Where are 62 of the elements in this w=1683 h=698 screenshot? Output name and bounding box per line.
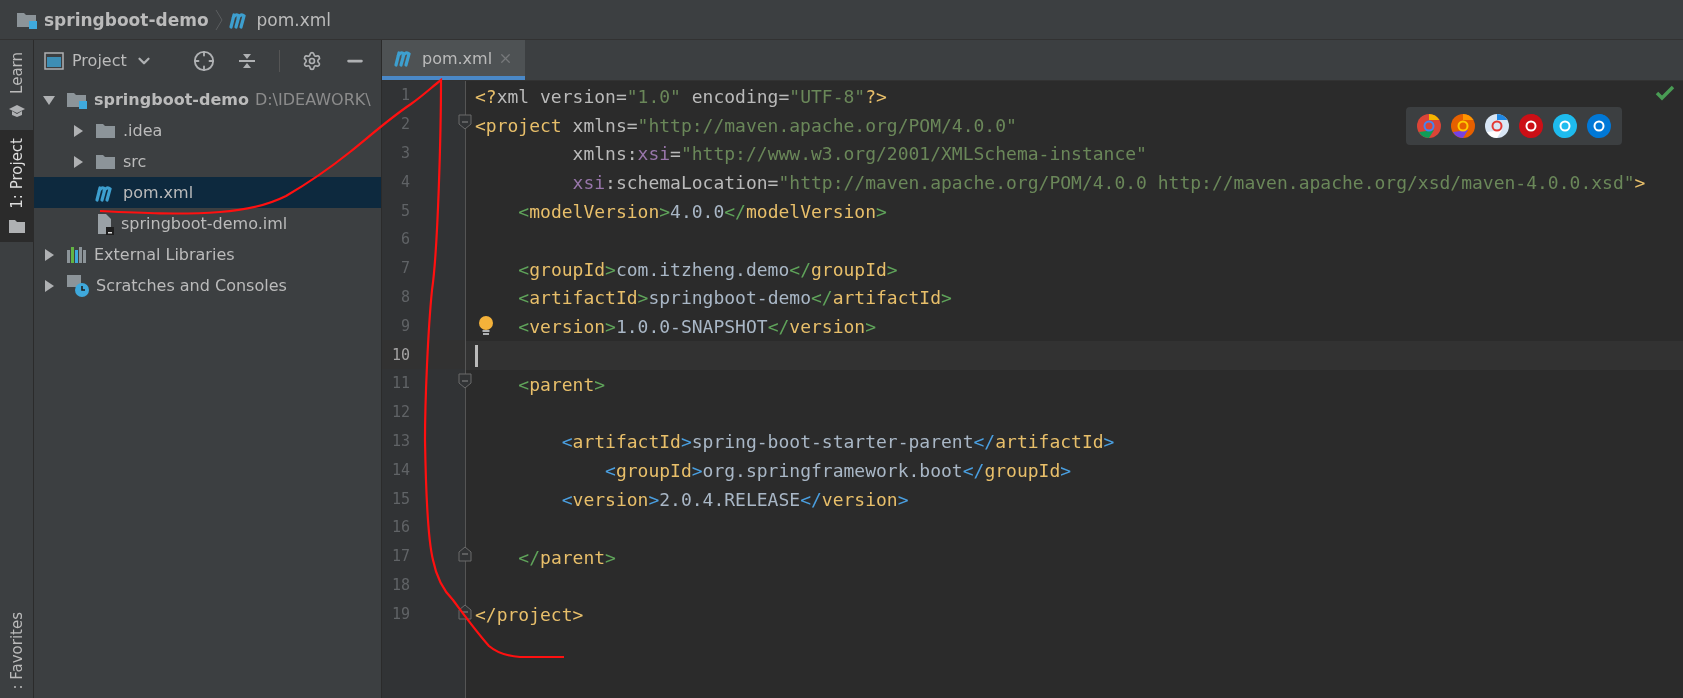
tree-item[interactable]: src bbox=[34, 146, 381, 177]
tree-item[interactable]: springboot-demo.iml bbox=[34, 208, 381, 239]
tree-item-label: .idea bbox=[123, 121, 163, 140]
fold-marker-icon[interactable] bbox=[458, 546, 472, 563]
tree-item-label: pom.xml bbox=[123, 183, 194, 202]
chevron-icon bbox=[214, 8, 223, 31]
crosshair-icon[interactable] bbox=[192, 49, 215, 72]
collapsed-arrow-icon[interactable] bbox=[43, 248, 55, 261]
folder-icon bbox=[7, 218, 26, 234]
browser-icon[interactable] bbox=[1484, 113, 1510, 139]
tree-item-label: External Libraries bbox=[94, 245, 235, 264]
tree-item-label: src bbox=[123, 152, 147, 171]
file-icon bbox=[95, 212, 115, 235]
code-line: <modelVersion>4.0.0</modelVersion> bbox=[518, 201, 887, 223]
settings-icon[interactable] bbox=[301, 50, 322, 71]
scratch-icon bbox=[66, 273, 90, 298]
code-line: <?xml version="1.0" encoding="UTF-8"?> bbox=[475, 85, 887, 107]
side-tab[interactable]: : Favorites bbox=[0, 604, 33, 698]
collapsed-arrow-icon[interactable] bbox=[72, 155, 84, 168]
code-line: <version>2.0.4.RELEASE</version> bbox=[561, 489, 909, 511]
browser-icon[interactable] bbox=[1518, 113, 1544, 139]
tree-item-label: springboot-demo bbox=[94, 90, 249, 109]
line-number: 10 bbox=[390, 345, 410, 364]
breadcrumb-file[interactable]: pom.xml bbox=[256, 9, 332, 30]
code-line: <groupId>org.springframework.boot</groupId> bbox=[605, 460, 1072, 482]
expanded-arrow-icon[interactable] bbox=[43, 93, 55, 106]
check-icon bbox=[1655, 85, 1675, 101]
side-tab[interactable]: Learn bbox=[0, 44, 33, 126]
code-line: </parent> bbox=[518, 546, 616, 568]
fold-marker-icon[interactable] bbox=[458, 114, 472, 131]
code-line: </project> bbox=[475, 604, 584, 626]
code-line: xsi:schemaLocation="http://maven.apache.org/POM/4.0.0 http://maven.apache.org/xsd/maven-4.0.0.xsd"> bbox=[572, 172, 1646, 194]
browser-icon[interactable] bbox=[1416, 113, 1442, 139]
code-line: <artifactId>spring-boot-starter-parent</artifactId> bbox=[561, 431, 1115, 453]
browser-icon[interactable] bbox=[1552, 113, 1578, 139]
breadcrumb-project[interactable]: springboot-demo bbox=[44, 9, 209, 30]
code-line: <version>1.0.0-SNAPSHOT</version> bbox=[518, 316, 876, 338]
code-line: <groupId>com.itzheng.demo</groupId> bbox=[518, 258, 898, 280]
fold-marker-icon[interactable] bbox=[458, 373, 472, 390]
window-icon bbox=[44, 51, 64, 70]
collapsed-arrow-icon[interactable] bbox=[43, 279, 55, 292]
graduation-cap-icon bbox=[7, 103, 26, 118]
tree-item[interactable]: .idea bbox=[34, 115, 381, 146]
code-line: <project xmlns="http://maven.apache.org/POM/4.0.0" bbox=[475, 114, 1017, 136]
browser-icon[interactable] bbox=[1586, 113, 1612, 139]
tree-item-label: springboot-demo.iml bbox=[121, 214, 288, 233]
editor-tab[interactable]: pom.xml bbox=[382, 40, 526, 80]
lightbulb-icon[interactable] bbox=[478, 315, 494, 338]
panel-title[interactable]: Project bbox=[72, 51, 127, 70]
code-line: <parent> bbox=[518, 373, 606, 395]
collapsed-arrow-icon[interactable] bbox=[72, 124, 84, 137]
project-path: D:\IDEAWORK\ bbox=[254, 90, 371, 109]
browser-icon[interactable] bbox=[1450, 113, 1476, 139]
code-line: xmlns:xsi="http://www.w3.org/2001/XMLSchema-instance" bbox=[572, 143, 1147, 165]
tree-item[interactable]: Scratches and Consoles bbox=[34, 270, 381, 301]
library-icon bbox=[66, 244, 88, 265]
tree-item-label: Scratches and Consoles bbox=[96, 276, 287, 295]
tree-item[interactable]: springboot-demo D:\IDEAWORK\ bbox=[34, 84, 381, 115]
side-tab[interactable]: 1: Project bbox=[0, 129, 33, 242]
tree-item[interactable]: External Libraries bbox=[34, 239, 381, 270]
code-line: <artifactId>springboot-demo</artifactId> bbox=[518, 287, 952, 309]
tree-item[interactable]: pom.xml bbox=[34, 177, 381, 208]
